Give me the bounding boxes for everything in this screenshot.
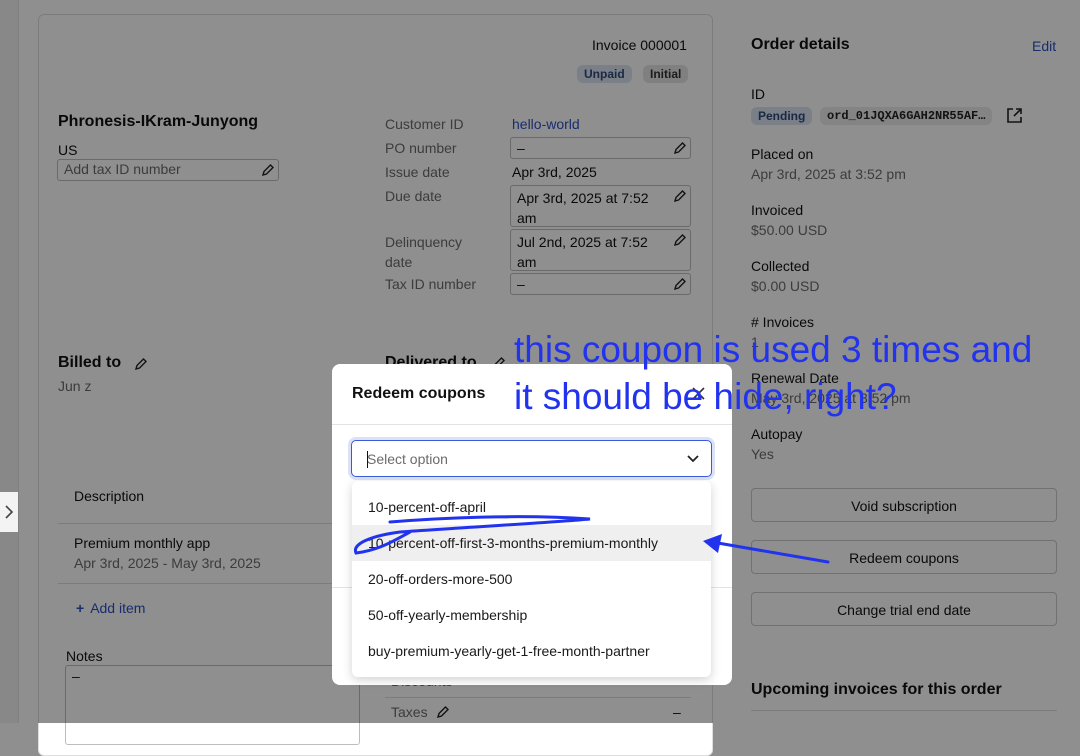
coupon-dropdown: 10-percent-off-april 10-percent-off-firs… xyxy=(352,481,711,677)
annotation-line-2: it should be hide, right? xyxy=(514,376,897,417)
coupon-option[interactable]: 10-percent-off-april xyxy=(352,489,711,525)
annotation-line-1: this coupon is used 3 times and xyxy=(514,329,1033,370)
divider xyxy=(332,424,732,425)
chevron-down-icon xyxy=(687,455,699,463)
coupon-select-placeholder: Select option xyxy=(367,451,448,467)
coupon-option[interactable]: 50-off-yearly-membership xyxy=(352,597,711,633)
modal-title: Redeem coupons xyxy=(352,385,486,402)
chevron-right-icon xyxy=(5,505,14,519)
coupon-option[interactable]: 20-off-orders-more-500 xyxy=(352,561,711,597)
coupon-select[interactable]: Select option xyxy=(351,440,712,477)
sidebar-expand-toggle[interactable] xyxy=(0,492,18,532)
coupon-option-highlighted[interactable]: 10-percent-off-first-3-months-premium-mo… xyxy=(352,525,711,561)
coupon-option[interactable]: buy-premium-yearly-get-1-free-month-part… xyxy=(352,633,711,669)
